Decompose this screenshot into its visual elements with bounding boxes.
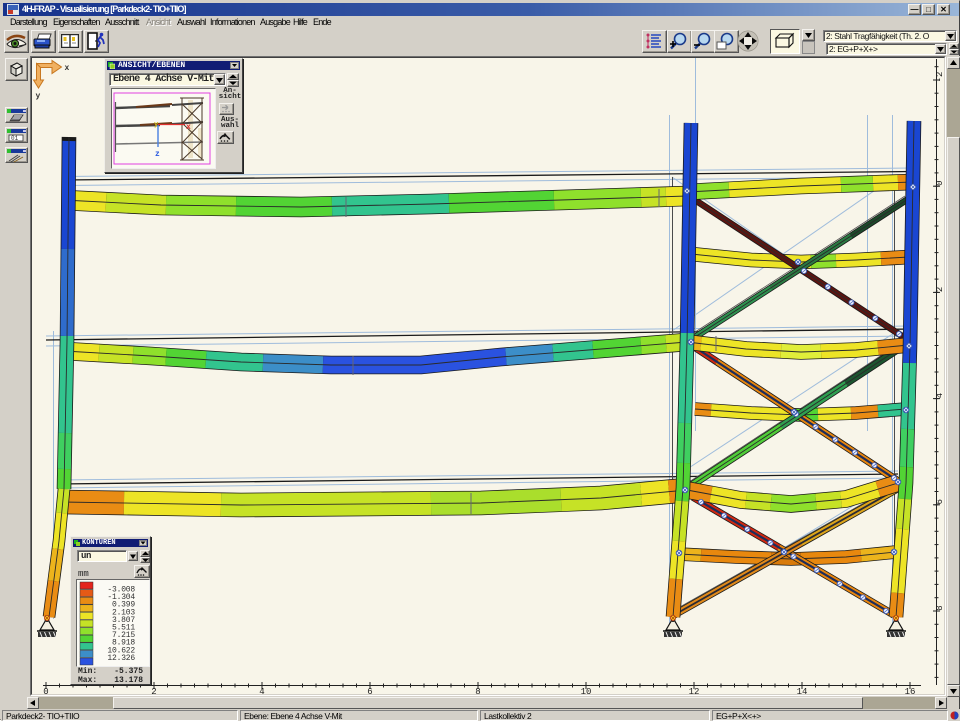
svg-text:10: 10 (581, 687, 592, 695)
svg-text:z: z (155, 150, 160, 159)
svg-text:8: 8 (935, 605, 945, 610)
svg-text:x: x (186, 123, 191, 132)
svg-text:-2: -2 (935, 72, 945, 83)
svg-text:12: 12 (689, 687, 700, 695)
svg-text:0: 0 (935, 180, 945, 185)
svg-text:6: 6 (935, 499, 945, 504)
svg-text:16: 16 (905, 687, 916, 695)
svg-text:y: y (36, 92, 41, 101)
svg-text:2: 2 (935, 287, 945, 292)
svg-text:6: 6 (367, 687, 372, 695)
svg-text:8: 8 (475, 687, 480, 695)
svg-text:4: 4 (935, 393, 945, 398)
svg-text:2: 2 (151, 687, 156, 695)
svg-text:12.326: 12.326 (107, 654, 135, 663)
svg-text:14: 14 (797, 687, 808, 695)
svg-text:0: 0 (43, 687, 48, 695)
svg-text:01: 01 (11, 135, 19, 142)
svg-text:x: x (65, 64, 70, 73)
svg-text:4: 4 (259, 687, 264, 695)
